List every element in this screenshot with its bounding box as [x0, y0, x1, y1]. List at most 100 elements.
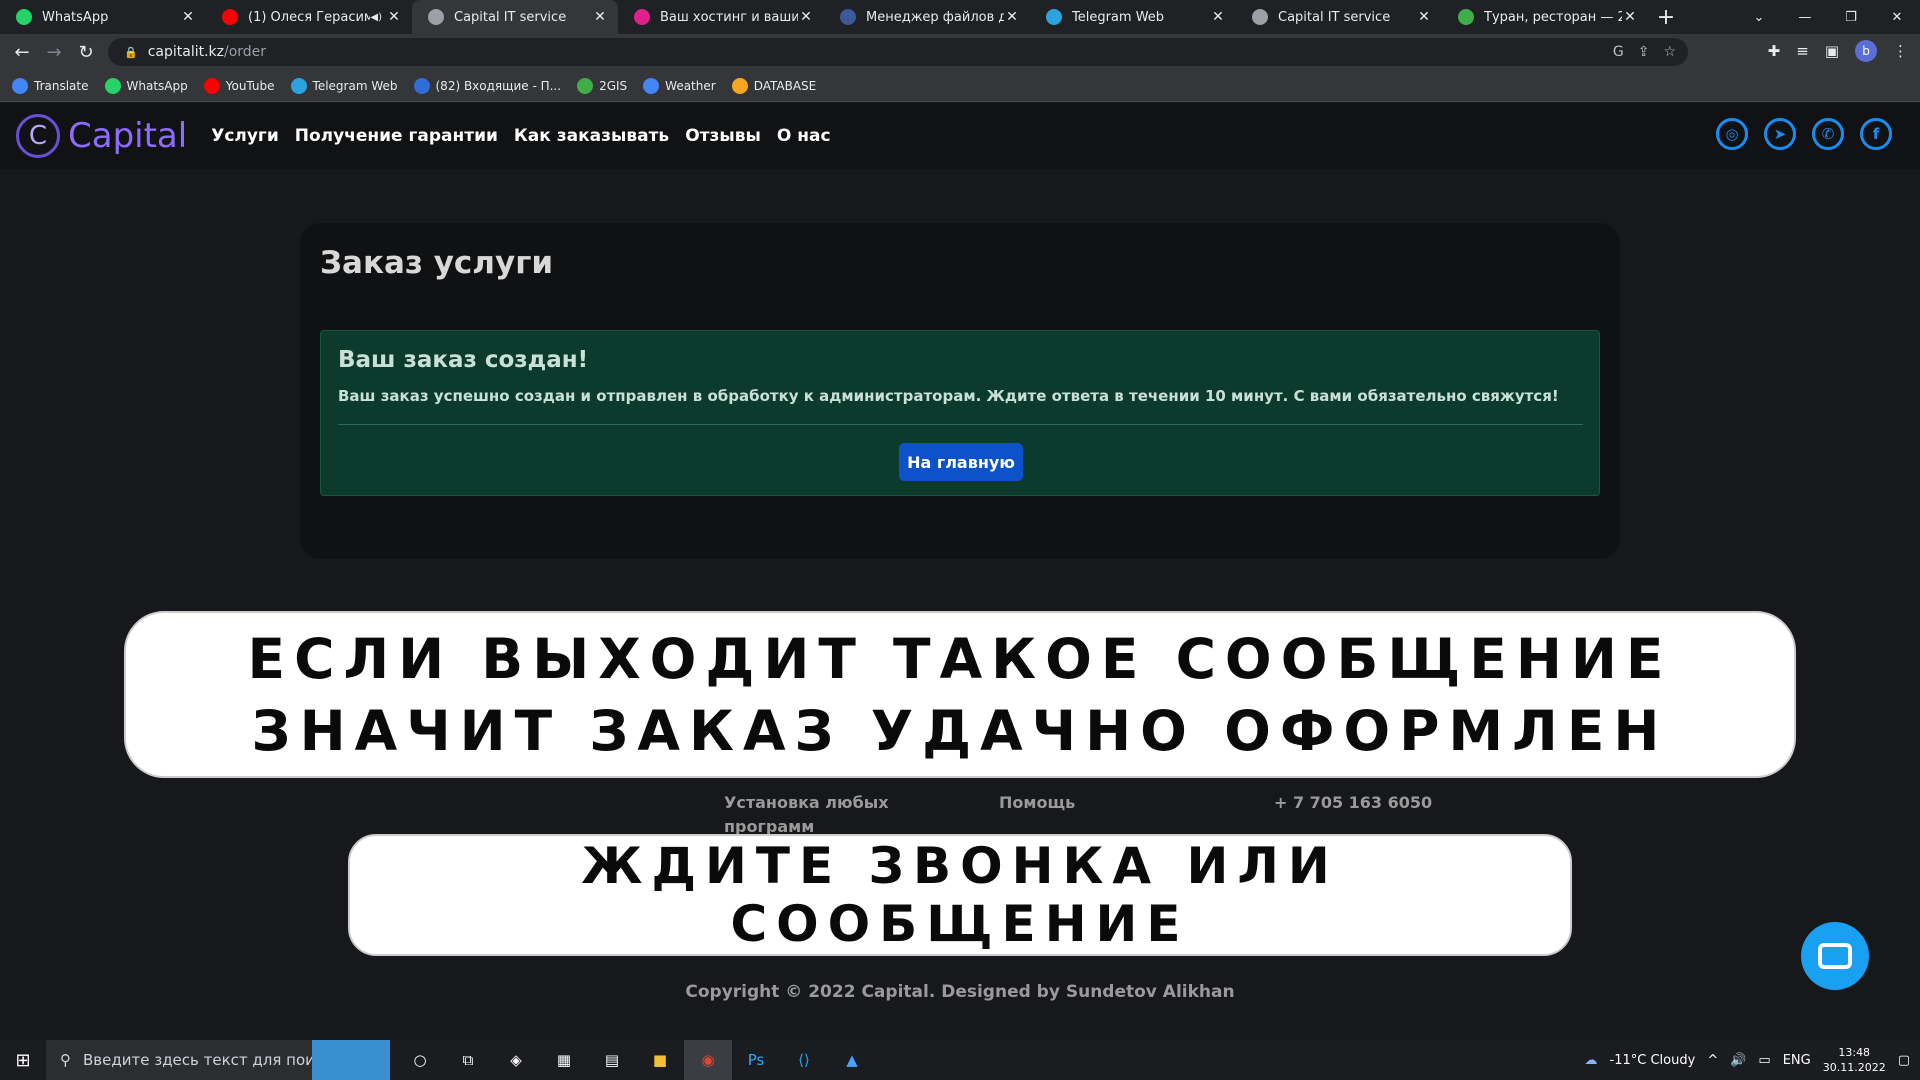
capital-icon: [428, 9, 444, 25]
tray-chevron-icon[interactable]: ^: [1707, 1053, 1718, 1068]
database-icon: [731, 77, 748, 94]
reading-list-icon[interactable]: ≡: [1796, 42, 1809, 60]
browser-tab[interactable]: WhatsApp ✕: [0, 0, 206, 34]
logo-mark: C: [16, 114, 60, 158]
browser-tab[interactable]: Ваш хостинг и ваши серв✕: [618, 0, 824, 34]
bookmark-item[interactable]: Weather: [643, 77, 716, 94]
close-tab-icon[interactable]: ✕: [180, 9, 196, 25]
browser-tab[interactable]: Менеджер файлов для са✕: [824, 0, 1030, 34]
close-window-button[interactable]: ✕: [1874, 10, 1920, 25]
whatsapp-icon[interactable]: ✆: [1812, 118, 1844, 150]
website: C Capital Услуги Получение гарантии Как …: [0, 103, 1920, 1040]
bookmark-item[interactable]: WhatsApp: [104, 77, 188, 94]
file-explorer-icon[interactable]: ■: [636, 1040, 684, 1080]
chrome-icon[interactable]: ◉: [684, 1040, 732, 1080]
share-icon[interactable]: ⇪: [1638, 44, 1650, 60]
windows-start-icon[interactable]: ⊞: [0, 1050, 46, 1071]
bookmark-label: Translate: [34, 78, 89, 93]
menu-item-reviews[interactable]: Отзывы: [685, 126, 761, 146]
footer-services-link[interactable]: Установка любых программ: [724, 791, 914, 839]
social-links: ◎ ➤ ✆ f: [1716, 118, 1892, 150]
logo-text: Capital: [68, 116, 188, 156]
bookmark-item[interactable]: Telegram Web: [290, 77, 398, 94]
chat-button[interactable]: [1801, 922, 1869, 990]
lock-icon[interactable]: 🔒: [124, 46, 138, 59]
close-tab-icon[interactable]: ✕: [592, 9, 608, 25]
back-button[interactable]: ←: [6, 42, 38, 63]
capital-icon: [1252, 9, 1268, 25]
new-tab-button[interactable]: +: [1648, 5, 1684, 30]
weather-icon[interactable]: ☁: [1585, 1053, 1598, 1068]
bookmark-item[interactable]: 2GIS: [577, 77, 627, 94]
language-indicator[interactable]: ENG: [1783, 1053, 1811, 1068]
close-tab-icon[interactable]: ✕: [1622, 9, 1638, 25]
site-logo[interactable]: C Capital: [16, 114, 187, 158]
notifications-icon[interactable]: ▢: [1898, 1053, 1910, 1068]
vscode-icon[interactable]: ⟨⟩: [780, 1040, 828, 1080]
tab-title: Telegram Web: [1072, 9, 1165, 25]
card-title: Заказ услуги: [320, 245, 554, 281]
weather-text[interactable]: -11°C Cloudy: [1610, 1053, 1696, 1068]
footer-phone[interactable]: + 7 705 163 6050: [1274, 791, 1432, 815]
bookmark-item[interactable]: YouTube: [203, 77, 275, 94]
tab-search-icon[interactable]: ⌄: [1736, 10, 1782, 25]
close-tab-icon[interactable]: ✕: [1416, 9, 1432, 25]
menu-item-services[interactable]: Услуги: [211, 126, 279, 146]
browser-tab[interactable]: Туран, ресторан — 2ГИС✕: [1442, 0, 1648, 34]
network-icon[interactable]: ▭: [1758, 1053, 1770, 1068]
reload-button[interactable]: ↻: [70, 42, 102, 63]
tab-title: Ваш хостинг и ваши серв: [660, 9, 798, 25]
banner-line-2: ЗНАЧИТ ЗАКАЗ УДАЧНО ОФОРМЛЕН: [251, 698, 1669, 763]
menu-item-how-to-order[interactable]: Как заказывать: [514, 126, 669, 146]
menu-icon[interactable]: ⋮: [1893, 42, 1908, 60]
side-panel-icon[interactable]: ▣: [1825, 42, 1839, 60]
footer-help-link[interactable]: Помощь: [999, 791, 1075, 815]
restore-button[interactable]: ❐: [1828, 10, 1874, 25]
menu-item-about[interactable]: О нас: [777, 126, 831, 146]
telegram-icon: [1046, 9, 1062, 25]
bookmark-star-icon[interactable]: ☆: [1663, 44, 1676, 60]
overlay-banner-success: ЕСЛИ ВЫХОДИТ ТАКОЕ СООБЩЕНИЕ ЗНАЧИТ ЗАКА…: [124, 611, 1796, 778]
cortana-icon[interactable]: ○: [396, 1040, 444, 1080]
close-tab-icon[interactable]: ✕: [1210, 9, 1226, 25]
address-bar[interactable]: 🔒 capitalit.kz/order G ⇪ ☆: [108, 38, 1688, 66]
google-icon: [12, 77, 28, 94]
ps-host-icon: [634, 9, 650, 25]
bookmark-item[interactable]: (82) Входящие - П...: [413, 77, 561, 94]
google-lens-icon[interactable]: G: [1613, 44, 1624, 60]
browser-tab[interactable]: Telegram Web ✕: [1030, 0, 1236, 34]
browser-tab[interactable]: Capital IT service ✕: [412, 0, 618, 34]
bookmark-item[interactable]: Translate: [12, 77, 89, 94]
bookmarks-bar: Translate WhatsApp YouTube Telegram Web (82)…: [0, 70, 1920, 102]
close-tab-icon[interactable]: ✕: [798, 9, 814, 25]
minimize-button[interactable]: —: [1782, 10, 1828, 25]
clock[interactable]: 13:48 30.11.2022: [1823, 1045, 1886, 1075]
google-icon: [643, 77, 660, 94]
tab-title: Туран, ресторан — 2ГИС: [1484, 9, 1622, 25]
app-icon[interactable]: ▦: [540, 1040, 588, 1080]
audio-playing-icon[interactable]: ◀): [370, 12, 382, 23]
bookmark-item[interactable]: DATABASE: [731, 77, 817, 94]
mail-icon: [413, 77, 430, 94]
task-view-icon[interactable]: ⧉: [444, 1040, 492, 1080]
instagram-icon[interactable]: ◎: [1716, 118, 1748, 150]
browser-tab[interactable]: (1) Олеся Герасименк◀) ✕: [206, 0, 412, 34]
profile-avatar[interactable]: b: [1855, 40, 1877, 62]
taskbar-search[interactable]: ⚲ Введите здесь текст для поиска: [46, 1040, 390, 1080]
extensions-icon[interactable]: ✚: [1768, 42, 1781, 60]
tab-title: Менеджер файлов для са: [866, 9, 1004, 25]
bookmark-label: DATABASE: [753, 78, 817, 93]
close-tab-icon[interactable]: ✕: [1004, 9, 1020, 25]
menu-item-warranty[interactable]: Получение гарантии: [295, 126, 498, 146]
close-tab-icon[interactable]: ✕: [386, 9, 402, 25]
photoshop-icon[interactable]: Ps: [732, 1040, 780, 1080]
volume-icon[interactable]: 🔊: [1730, 1053, 1746, 1068]
home-button[interactable]: На главную: [899, 443, 1023, 481]
telegram-icon[interactable]: ➤: [1764, 118, 1796, 150]
calculator-icon[interactable]: ▤: [588, 1040, 636, 1080]
browser-tab[interactable]: Capital IT service ✕: [1236, 0, 1442, 34]
forward-button[interactable]: →: [38, 42, 70, 63]
photos-icon[interactable]: ▲: [828, 1040, 876, 1080]
vpn-icon[interactable]: ◈: [492, 1040, 540, 1080]
facebook-icon[interactable]: f: [1860, 118, 1892, 150]
